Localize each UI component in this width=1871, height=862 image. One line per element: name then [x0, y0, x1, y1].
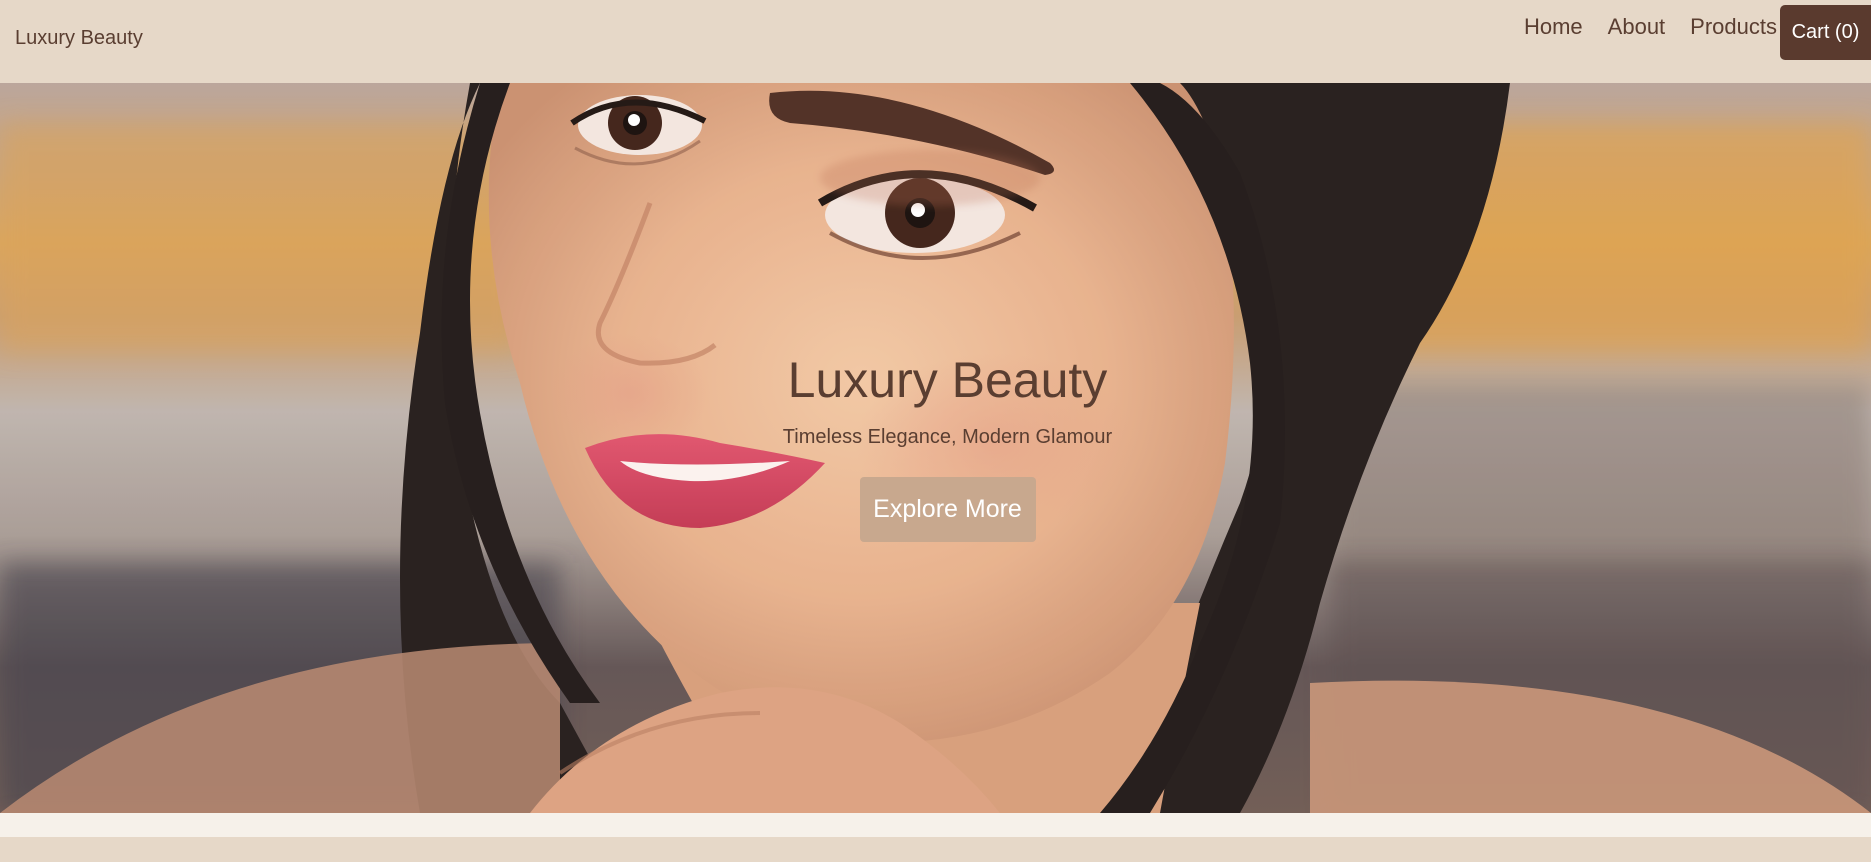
nav-link-home[interactable]: Home: [1524, 14, 1583, 40]
hero-section: Luxury Beauty Timeless Elegance, Modern …: [0, 83, 1871, 813]
hero-title: Luxury Beauty: [787, 352, 1108, 408]
explore-more-button[interactable]: Explore More: [859, 477, 1036, 542]
brand-logo[interactable]: Luxury Beauty: [15, 27, 143, 50]
nav-link-about[interactable]: About: [1608, 14, 1666, 40]
nav-links: Home About Products: [1524, 14, 1777, 40]
next-section-edge: [0, 837, 1871, 862]
hero-content: Luxury Beauty Timeless Elegance, Modern …: [0, 353, 1871, 542]
hero-tagline: Timeless Elegance, Modern Glamour: [782, 426, 1113, 448]
navbar: Luxury Beauty Home About Products Cart (…: [0, 0, 1871, 83]
nav-link-products[interactable]: Products: [1690, 14, 1777, 40]
cart-button[interactable]: Cart (0): [1780, 5, 1871, 60]
section-divider: [0, 813, 1871, 837]
